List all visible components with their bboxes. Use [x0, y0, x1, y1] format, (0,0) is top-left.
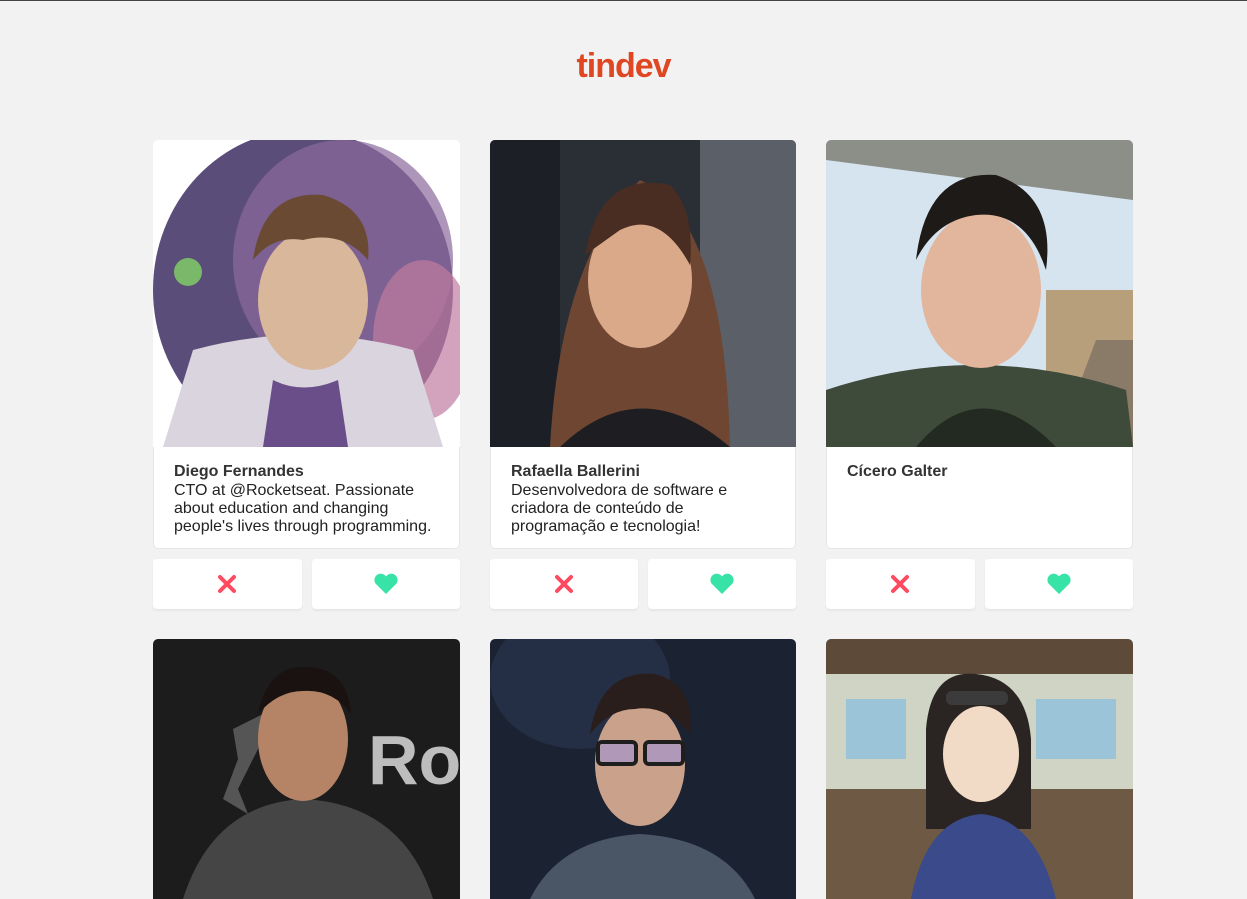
avatar — [153, 140, 460, 447]
heart-icon — [374, 573, 398, 594]
dev-info: Diego Fernandes CTO at @Rocketseat. Pass… — [153, 447, 460, 549]
logo-text: tindev — [576, 47, 671, 85]
x-icon — [555, 575, 573, 593]
action-buttons — [826, 559, 1133, 609]
heart-icon — [1047, 573, 1071, 594]
dev-card: Rafaella Ballerini Desenvolvedora de sof… — [490, 140, 796, 609]
avatar — [490, 639, 796, 899]
dev-card: Cícero Galter — [826, 140, 1133, 609]
action-buttons — [153, 559, 460, 609]
dislike-button[interactable] — [490, 559, 638, 609]
like-button[interactable] — [311, 559, 460, 609]
action-buttons — [490, 559, 796, 609]
x-icon — [218, 575, 237, 593]
dev-card: Diego Fernandes CTO at @Rocketseat. Pass… — [153, 140, 460, 609]
like-button[interactable] — [648, 559, 796, 609]
avatar — [826, 140, 1133, 447]
avatar: Ro — [153, 639, 460, 899]
dev-card: Ro — [153, 639, 460, 899]
like-button[interactable] — [984, 559, 1133, 609]
dev-card — [826, 639, 1133, 899]
svg-text:Ro: Ro — [368, 721, 460, 799]
dev-info: Rafaella Ballerini Desenvolvedora de sof… — [490, 447, 796, 549]
dislike-button[interactable] — [153, 559, 302, 609]
dev-name: Cícero Galter — [847, 463, 948, 480]
avatar — [490, 140, 796, 447]
dev-name: Diego Fernandes — [174, 463, 304, 480]
dev-bio: Desenvolvedora de software e criadora de… — [511, 482, 728, 535]
dev-card — [490, 639, 796, 899]
heart-icon — [710, 573, 734, 594]
dev-bio: CTO at @Rocketseat. Passionate about edu… — [174, 482, 432, 535]
dev-info: Cícero Galter — [826, 447, 1133, 549]
dev-name: Rafaella Ballerini — [511, 463, 640, 480]
avatar — [826, 639, 1133, 899]
dev-grid: Diego Fernandes CTO at @Rocketseat. Pass… — [153, 140, 1133, 899]
logo: tindev — [0, 47, 1247, 86]
x-icon — [891, 575, 910, 593]
dislike-button[interactable] — [826, 559, 975, 609]
